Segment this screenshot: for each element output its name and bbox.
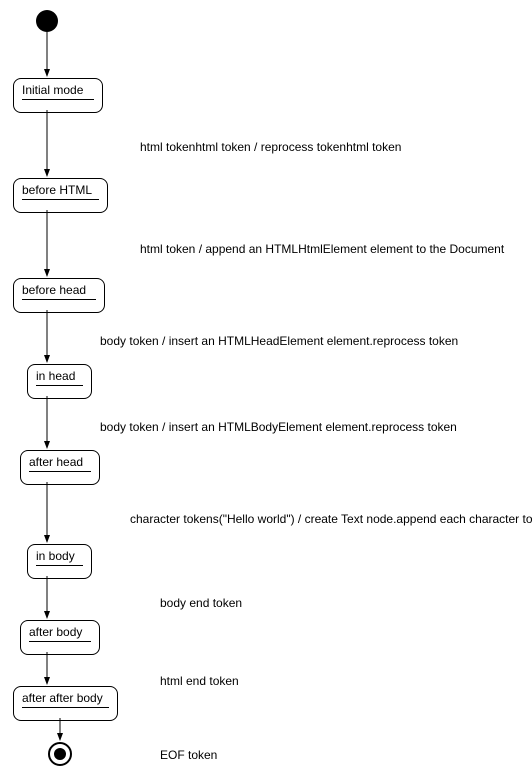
transition-label: body token / insert an HTMLBodyElement e… bbox=[100, 420, 457, 434]
state-label: after after body bbox=[22, 691, 109, 705]
state-label: before head bbox=[22, 283, 96, 297]
start-node bbox=[36, 10, 58, 32]
state-after-after-body: after after body bbox=[13, 686, 118, 721]
state-before-head: before head bbox=[13, 278, 105, 313]
transition-label: EOF token bbox=[160, 748, 217, 762]
state-in-body: in body bbox=[27, 544, 92, 579]
state-label: after body bbox=[29, 625, 91, 639]
state-label: after head bbox=[29, 455, 91, 469]
state-label: before HTML bbox=[22, 183, 99, 197]
state-label: in body bbox=[36, 549, 83, 563]
state-before-html: before HTML bbox=[13, 178, 108, 213]
state-label: Initial mode bbox=[22, 83, 94, 97]
transition-label: body end token bbox=[160, 596, 242, 610]
state-after-head: after head bbox=[20, 450, 100, 485]
transition-label: html tokenhtml token / reprocess tokenht… bbox=[140, 140, 401, 154]
transition-label: body token / insert an HTMLHeadElement e… bbox=[100, 334, 458, 348]
state-after-body: after body bbox=[20, 620, 100, 655]
end-node bbox=[48, 742, 72, 766]
state-initial-mode: Initial mode bbox=[13, 78, 103, 113]
transition-label: character tokens("Hello world") / create… bbox=[130, 512, 532, 526]
transition-label: html token / append an HTMLHtmlElement e… bbox=[140, 242, 504, 256]
state-in-head: in head bbox=[27, 364, 92, 399]
state-label: in head bbox=[36, 369, 83, 383]
transition-label: html end token bbox=[160, 674, 239, 688]
